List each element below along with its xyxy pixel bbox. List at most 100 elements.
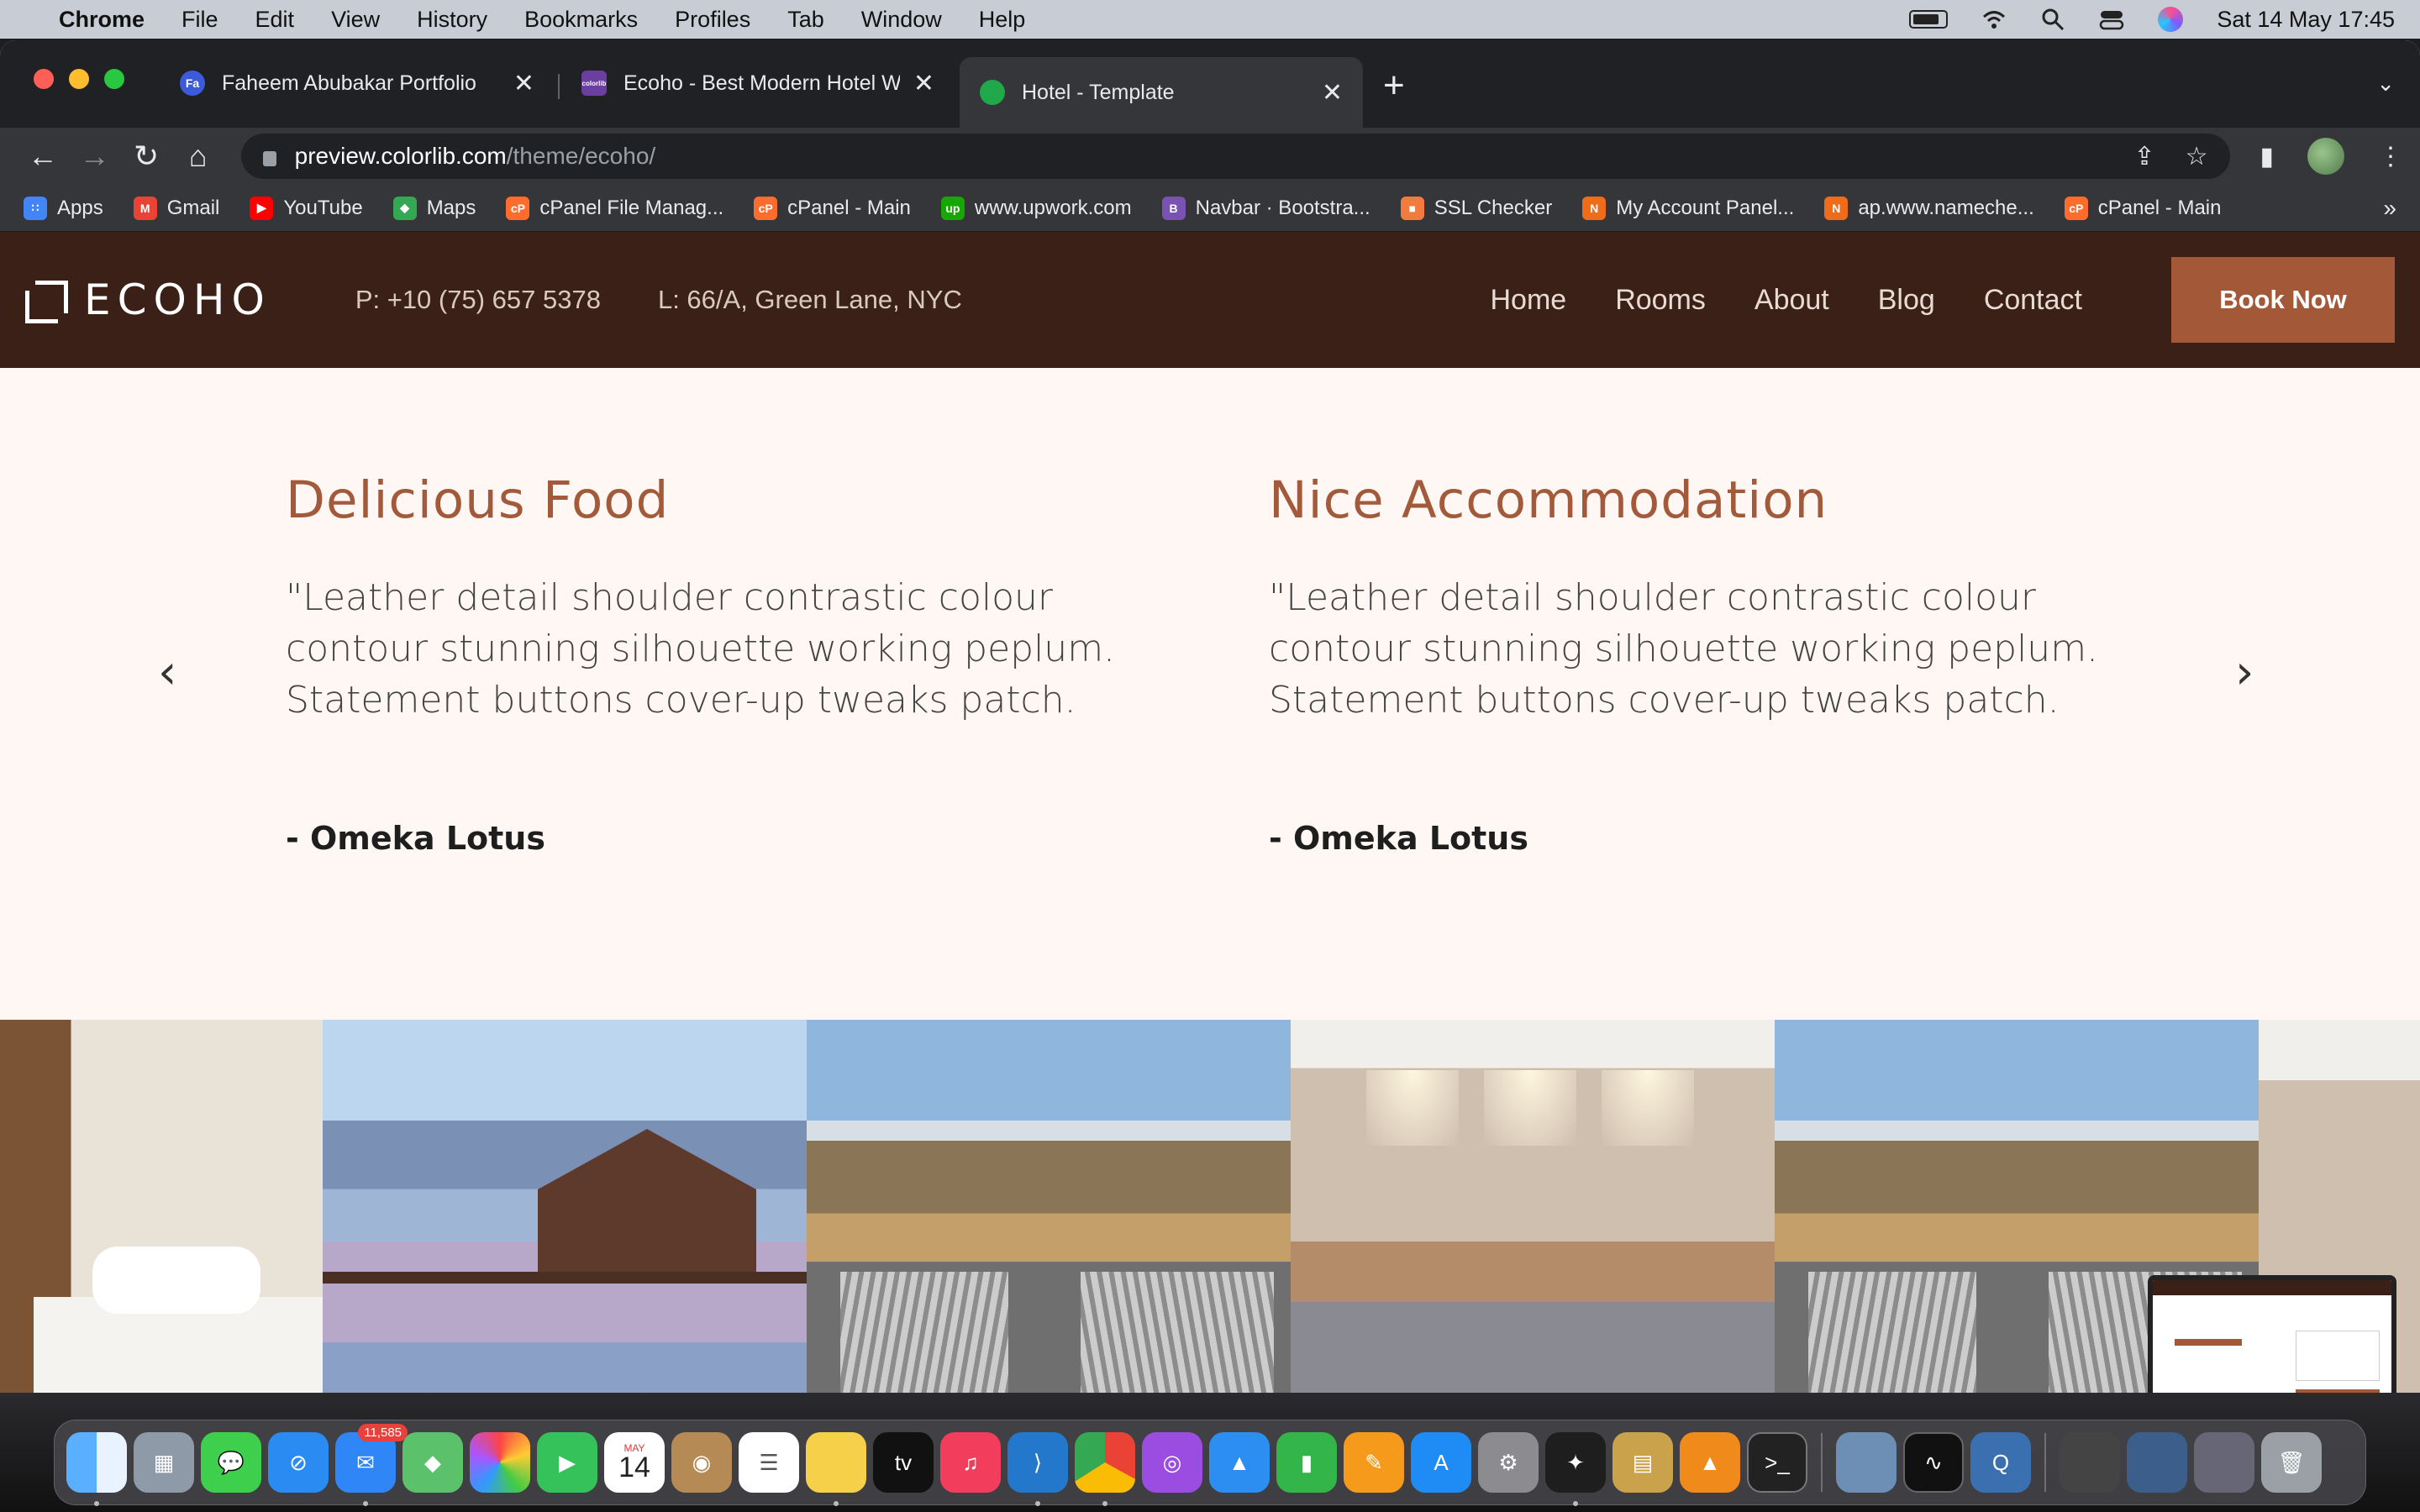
messages-icon[interactable]: 💬 — [201, 1432, 261, 1493]
minimize-window-button[interactable] — [69, 69, 89, 89]
siri-icon[interactable] — [2158, 7, 2184, 32]
book-now-button[interactable]: Book Now — [2171, 257, 2395, 343]
trash-icon[interactable]: 🗑 — [2261, 1432, 2322, 1493]
numbers-icon[interactable]: ▮ — [1276, 1432, 1337, 1493]
side-panel-icon[interactable]: ▮ — [2260, 142, 2275, 171]
maps-icon[interactable]: ◆ — [402, 1432, 463, 1493]
header-location: L: 66/A, Green Lane, NYC — [657, 285, 962, 314]
close-tab-icon[interactable]: ✕ — [1322, 78, 1343, 108]
nav-home[interactable]: Home — [1490, 284, 1566, 317]
close-window-button[interactable] — [34, 69, 54, 89]
pages-icon[interactable]: ✎ — [1344, 1432, 1404, 1493]
keynote-icon[interactable]: ▲ — [1209, 1432, 1270, 1493]
bookmark-item[interactable]: cP cPanel - Main — [2064, 196, 2221, 220]
launchpad-icon[interactable]: ▦ — [134, 1432, 194, 1493]
menu-tab[interactable]: Tab — [787, 7, 824, 33]
facetime-icon[interactable]: ▶ — [537, 1432, 597, 1493]
gallery-photo-lake-house[interactable] — [323, 1020, 807, 1393]
bookmark-item[interactable]: ∷ Apps — [24, 196, 103, 220]
control-center-icon[interactable] — [2099, 7, 2124, 32]
preview-icon[interactable] — [1836, 1432, 1897, 1493]
tab-search-chevron-icon[interactable]: ⌄ — [2376, 71, 2395, 97]
address-bar[interactable]: preview.colorlib.com/theme/ecoho/ ⇪ ☆ — [240, 134, 2230, 179]
reminders-icon[interactable]: ☰ — [739, 1432, 799, 1493]
dock-separator — [1821, 1433, 1823, 1492]
tab-hotel-template[interactable]: check Hotel - Template ✕ — [960, 57, 1363, 128]
bookmark-item[interactable]: ■ SSL Checker — [1400, 196, 1552, 220]
contacts-icon[interactable]: ◉ — [671, 1432, 732, 1493]
nav-rooms[interactable]: Rooms — [1615, 284, 1706, 317]
bookmark-item[interactable]: M Gmail — [133, 196, 219, 220]
bookmark-item[interactable]: ▶ YouTube — [250, 196, 363, 220]
menu-profiles[interactable]: Profiles — [675, 7, 750, 33]
app-store-icon[interactable]: A — [1411, 1432, 1471, 1493]
menu-app-name[interactable]: Chrome — [59, 7, 145, 33]
menu-edit[interactable]: Edit — [255, 7, 295, 33]
menu-history[interactable]: History — [417, 7, 487, 33]
photos-icon[interactable] — [470, 1432, 530, 1493]
lock-icon[interactable] — [262, 151, 276, 166]
back-arrow-icon[interactable]: ← — [17, 139, 69, 174]
home-icon[interactable]: ⌂ — [172, 139, 224, 174]
menu-file[interactable]: File — [182, 7, 218, 33]
downloads-stack-icon[interactable] — [2127, 1432, 2187, 1493]
terminal-icon[interactable]: >_ — [1747, 1432, 1807, 1493]
bookmark-item[interactable]: up www.upwork.com — [940, 196, 1132, 220]
bookmark-item[interactable]: B Navbar · Bootstra... — [1161, 196, 1370, 220]
vlc-icon[interactable]: ▲ — [1680, 1432, 1740, 1493]
new-tab-icon[interactable]: + — [1383, 67, 1405, 104]
archive-utility-icon[interactable]: ▤ — [1612, 1432, 1673, 1493]
share-icon[interactable]: ⇪ — [2133, 142, 2154, 171]
safari-icon[interactable]: ⊘ — [268, 1432, 329, 1493]
spotlight-search-icon[interactable] — [2040, 7, 2065, 32]
activity-monitor-icon[interactable]: ∿ — [1903, 1432, 1964, 1493]
reload-icon[interactable]: ↻ — [120, 139, 172, 174]
carousel-prev-icon[interactable]: ‹ — [158, 645, 176, 700]
finder-icon[interactable] — [66, 1432, 127, 1506]
nav-blog[interactable]: Blog — [1878, 284, 1935, 317]
podcasts-icon[interactable]: ◎ — [1142, 1432, 1202, 1493]
bookmarks-overflow-icon[interactable]: » — [2383, 195, 2396, 222]
bookmark-item[interactable]: ◆ Maps — [392, 196, 476, 220]
tab-portfolio[interactable]: Fa Faheem Abubakar Portfolio ✕ — [160, 57, 555, 109]
system-preferences-icon[interactable]: ⚙ — [1478, 1432, 1539, 1493]
bookmark-star-icon[interactable]: ☆ — [2186, 142, 2208, 171]
mail-icon[interactable]: ✉ 11,585 — [335, 1424, 408, 1506]
recent-window-thumbnail[interactable] — [2060, 1432, 2120, 1493]
zoom-window-button[interactable] — [104, 69, 124, 89]
gallery-photo-mountain-beds[interactable] — [807, 1020, 1291, 1393]
wifi-icon[interactable] — [1981, 7, 2007, 32]
close-tab-icon[interactable]: ✕ — [513, 69, 534, 98]
gallery-photo-bedroom[interactable] — [1291, 1020, 1775, 1393]
apple-tv-icon[interactable]: tv — [873, 1432, 934, 1493]
bookmark-item[interactable]: N My Account Panel... — [1582, 196, 1794, 220]
music-icon[interactable]: ♫ — [940, 1432, 1001, 1493]
profile-avatar[interactable] — [2307, 138, 2345, 175]
nav-contact[interactable]: Contact — [1984, 284, 2082, 317]
chrome-menu-icon[interactable]: ⋮ — [2378, 142, 2403, 171]
bookmark-item[interactable]: cP cPanel - Main — [754, 196, 911, 220]
gallery-photo-hotel-bed[interactable] — [0, 1020, 323, 1393]
nav-about[interactable]: About — [1754, 284, 1829, 317]
screenshot-thumbnail-preview[interactable] — [2148, 1275, 2396, 1393]
calendar-icon[interactable]: MAY 14 — [604, 1432, 665, 1493]
carousel-next-icon[interactable]: › — [2235, 645, 2254, 700]
menu-window[interactable]: Window — [861, 7, 942, 33]
figma-icon[interactable]: ✦ — [1545, 1432, 1606, 1506]
quicktime-icon[interactable]: Q — [1970, 1432, 2031, 1493]
menu-help[interactable]: Help — [979, 7, 1026, 33]
close-tab-icon[interactable]: ✕ — [913, 69, 934, 98]
site-logo[interactable]: ECOHO — [25, 276, 271, 324]
bookmark-item[interactable]: Nap.www.nameche... — [1824, 196, 2034, 220]
menu-bookmarks[interactable]: Bookmarks — [524, 7, 638, 33]
vscode-icon[interactable]: ⟩ — [1007, 1432, 1068, 1506]
battery-icon[interactable] — [1909, 10, 1949, 29]
bookmark-item[interactable]: cP cPanel File Manag... — [506, 196, 723, 220]
screenshots-stack-icon[interactable] — [2194, 1432, 2254, 1493]
forward-arrow-icon[interactable]: → — [69, 139, 121, 174]
chrome-icon[interactable] — [1075, 1432, 1135, 1506]
tab-ecoho[interactable]: colorlib Ecoho - Best Modern Hotel We ✕ — [561, 57, 955, 109]
menu-view[interactable]: View — [331, 7, 380, 33]
notes-icon[interactable] — [806, 1432, 866, 1506]
menu-clock[interactable]: Sat 14 May 17:45 — [2217, 7, 2395, 33]
